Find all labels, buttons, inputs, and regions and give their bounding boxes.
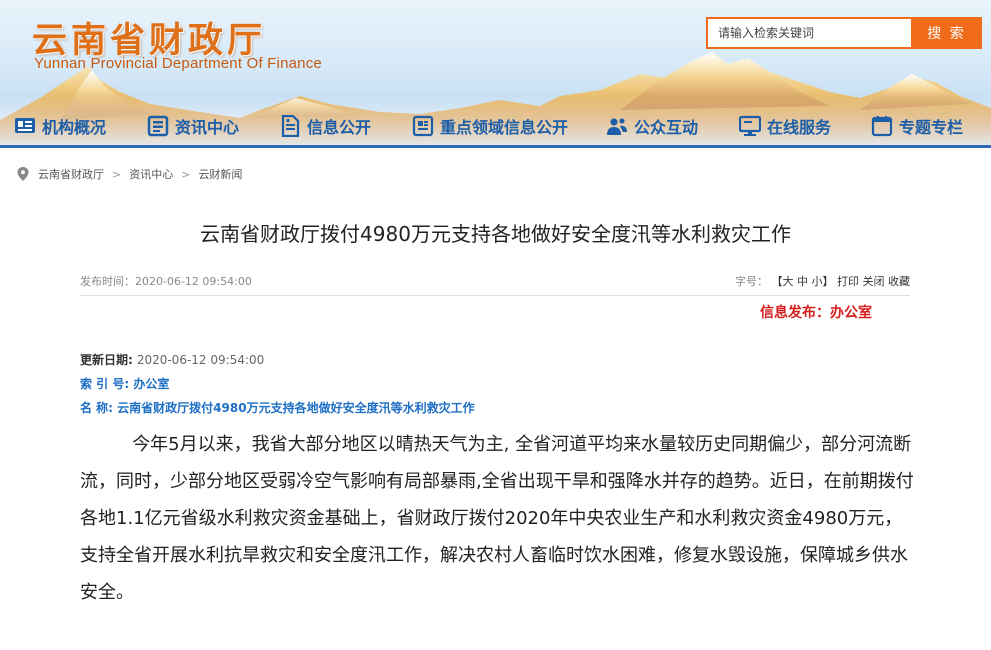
document-icon	[281, 115, 300, 137]
organization-icon	[15, 118, 35, 133]
search-bar: 搜 索	[706, 17, 982, 49]
font-size-medium[interactable]: 中	[797, 275, 808, 288]
index-number-value: 办公室	[133, 377, 170, 391]
nav-label: 机构概况	[42, 118, 107, 137]
location-pin-icon	[17, 167, 29, 181]
column-icon	[871, 116, 893, 137]
publish-time-value: 2020-06-12 09:54:00	[135, 275, 252, 288]
article-meta: 发布时间：2020-06-12 09:54:00 字号： 【大 中 小】 打印 …	[80, 273, 910, 289]
nav-label: 信息公开	[307, 118, 372, 137]
site-header: 云南省财政厅 Yunnan Provincial Department Of F…	[0, 0, 991, 148]
font-size-small[interactable]: 小】	[812, 275, 834, 288]
search-input[interactable]	[706, 17, 911, 49]
nav-label: 资讯中心	[175, 118, 240, 137]
meta-divider	[80, 295, 910, 296]
update-date-row: 更新日期: 2020-06-12 09:54:00	[80, 352, 475, 376]
article-tools: 字号： 【大 中 小】 打印 关闭 收藏	[735, 273, 910, 289]
breadcrumb-news-center[interactable]: 资讯中心	[129, 166, 173, 182]
breadcrumb: 云南省财政厅 > 资讯中心 > 云财新闻	[16, 165, 242, 183]
update-date-label: 更新日期:	[80, 353, 133, 367]
favorite-link[interactable]: 收藏	[888, 275, 910, 288]
nav-label: 公众互动	[634, 118, 699, 137]
index-number-row: 索 引 号: 办公室	[80, 376, 475, 400]
update-date-value: 2020-06-12 09:54:00	[136, 353, 265, 367]
index-number-label: 索 引 号:	[80, 377, 130, 391]
nav-item-public-interaction[interactable]: 公众互动	[606, 107, 698, 145]
publish-time: 发布时间：2020-06-12 09:54:00	[80, 273, 252, 289]
font-size-large[interactable]: 【大	[772, 275, 794, 288]
nav-item-online-service[interactable]: 在线服务	[739, 107, 831, 145]
monitor-icon	[739, 115, 761, 136]
nav-item-info-disclosure[interactable]: 信息公开	[279, 107, 371, 145]
site-logo-subtitle: Yunnan Provincial Department Of Finance	[34, 55, 322, 72]
breadcrumb-finance-news[interactable]: 云财新闻	[198, 166, 242, 182]
print-link[interactable]: 打印	[837, 275, 859, 288]
nav-label: 重点领域信息公开	[440, 118, 569, 137]
article-body: 今年5月以来，我省大部分地区以晴热天气为主, 全省河道平均来水量较历史同期偏少，…	[80, 434, 914, 603]
nav-item-news[interactable]: 资讯中心	[147, 107, 239, 145]
article-info: 更新日期: 2020-06-12 09:54:00 索 引 号: 办公室 名 称:…	[80, 352, 475, 424]
header-divider	[0, 145, 991, 148]
main-nav: 机构概况 资讯中心 信息公开 重点领域信息公开 公众互动 在线服务 专题专栏	[0, 107, 991, 145]
nav-label: 在线服务	[767, 118, 832, 137]
name-value: 云南省财政厅拨付4980万元支持各地做好安全度汛等水利救灾工作	[117, 401, 475, 415]
name-label: 名 称:	[80, 401, 113, 415]
publish-time-label: 发布时间：	[80, 275, 135, 288]
close-link[interactable]: 关闭	[863, 275, 885, 288]
people-icon	[607, 118, 627, 135]
nav-label: 专题专栏	[899, 118, 964, 137]
nav-item-organization[interactable]: 机构概况	[14, 107, 106, 145]
breadcrumb-separator: >	[181, 167, 191, 181]
breadcrumb-separator: >	[112, 167, 122, 181]
article-title: 云南省财政厅拨付4980万元支持各地做好安全度汛等水利救灾工作	[200, 222, 791, 246]
breadcrumb-home[interactable]: 云南省财政厅	[38, 166, 104, 182]
nav-item-key-areas[interactable]: 重点领域信息公开	[412, 107, 568, 145]
publisher: 信息发布：办公室	[760, 305, 872, 321]
name-row: 名 称: 云南省财政厅拨付4980万元支持各地做好安全度汛等水利救灾工作	[80, 400, 475, 424]
key-area-icon	[412, 115, 434, 137]
search-button[interactable]: 搜 索	[911, 17, 982, 49]
font-size-label: 字号：	[735, 275, 768, 288]
nav-item-special-column[interactable]: 专题专栏	[871, 107, 963, 145]
news-icon	[147, 115, 169, 137]
